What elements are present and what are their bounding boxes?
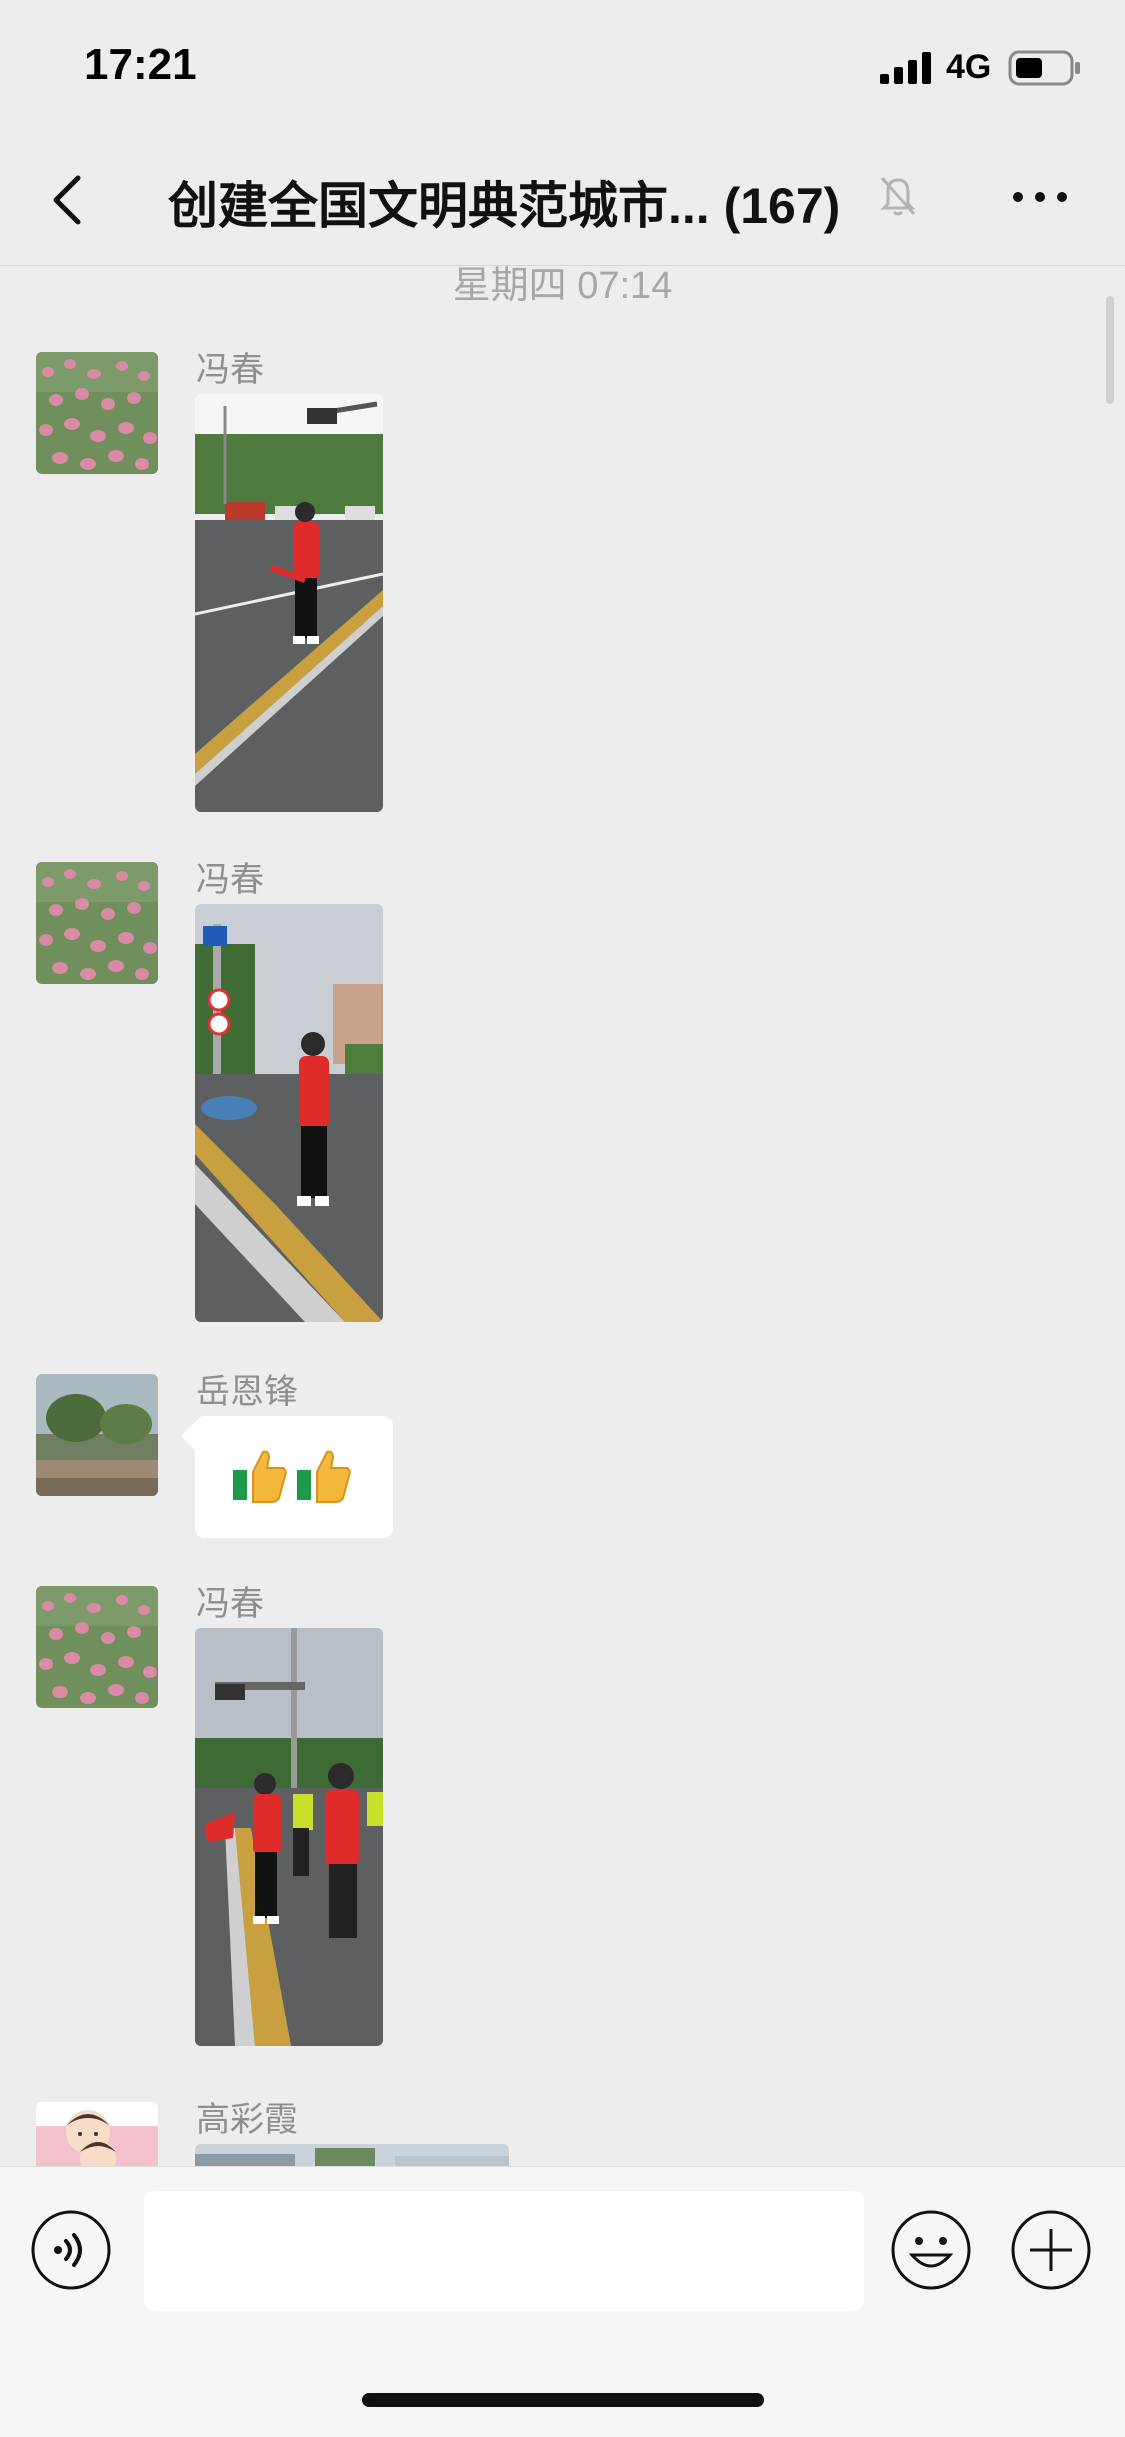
avatar-landscape-image (36, 1374, 158, 1496)
avatar-tulip-image (36, 1586, 158, 1708)
message-timestamp: 星期四 07:14 (452, 266, 673, 307)
sender-name: 冯春 (196, 861, 264, 899)
status-bar: 17:21 4G (0, 0, 1125, 140)
home-indicator (362, 2393, 764, 2407)
sender-name: 冯春 (196, 1585, 264, 1623)
avatar-tulip-image (36, 862, 158, 984)
chat-title[interactable]: 创建全国文明典范城市... (167) (168, 166, 840, 238)
chat-area[interactable]: 星期四 07:14 冯春 冯春 岳恩锋 冯春 高彩霞 (0, 266, 1125, 2166)
message-image[interactable] (195, 904, 383, 1322)
thumbs-up-icon (233, 1450, 287, 1503)
sender-name: 岳恩锋 (196, 1373, 298, 1411)
message-image[interactable] (195, 2144, 509, 2166)
sender-name: 冯春 (196, 351, 264, 389)
scrollbar[interactable] (1106, 296, 1114, 404)
thumbs-up-icon (297, 1450, 351, 1503)
message-input[interactable] (144, 2191, 864, 2311)
more-dots-icon[interactable] (1010, 182, 1070, 212)
input-bar (0, 2166, 1125, 2437)
sender-name: 高彩霞 (196, 2101, 298, 2139)
nav-bar: 创建全国文明典范城市... (167) (0, 140, 1125, 266)
bubble-tail (181, 1422, 195, 1450)
avatar[interactable] (36, 1374, 158, 1496)
plus-icon[interactable] (1010, 2209, 1092, 2291)
emoji-content (231, 1446, 353, 1504)
avatar[interactable] (36, 862, 158, 984)
avatar[interactable] (36, 2102, 158, 2166)
status-time: 17:21 (84, 40, 197, 89)
message-image[interactable] (195, 394, 383, 812)
back-chevron-icon[interactable] (40, 170, 100, 230)
message-bubble[interactable] (195, 1416, 393, 1538)
signal-icon (880, 52, 931, 84)
message-image[interactable] (195, 1628, 383, 2046)
avatar-cartoon-image (36, 2102, 158, 2166)
avatar[interactable] (36, 352, 158, 474)
avatar[interactable] (36, 1586, 158, 1708)
battery-icon (1008, 50, 1080, 86)
avatar-tulip-image (36, 352, 158, 474)
voice-icon[interactable] (30, 2209, 112, 2291)
network-type: 4G (946, 48, 992, 86)
emoji-icon[interactable] (890, 2209, 972, 2291)
mute-bell-icon (880, 177, 916, 216)
